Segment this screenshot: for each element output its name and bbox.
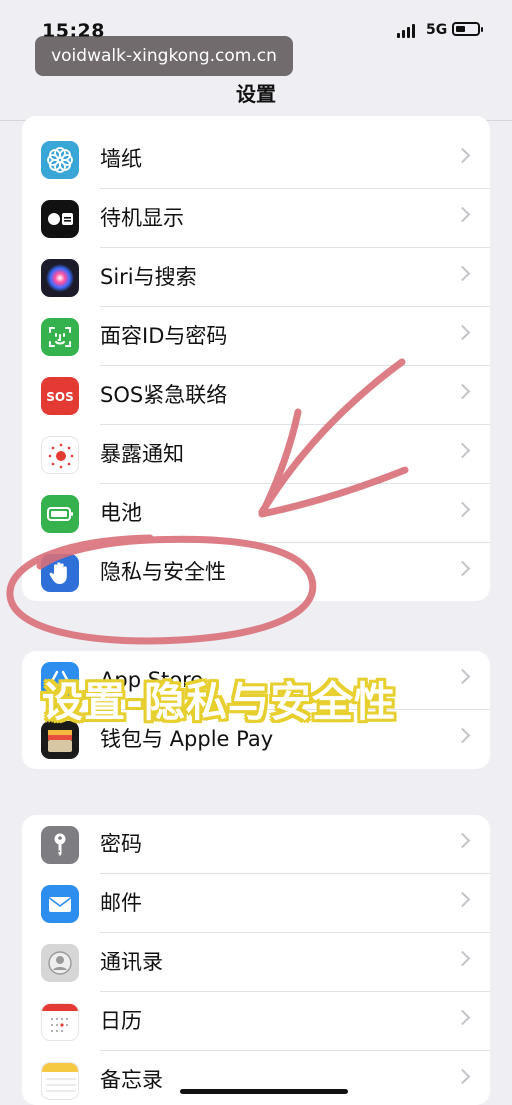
settings-row-contacts[interactable]: 通讯录 bbox=[22, 933, 490, 992]
notes-icon bbox=[41, 1062, 79, 1100]
row-label: 邮件 bbox=[100, 891, 142, 915]
row-label: SOS紧急联络 bbox=[100, 383, 228, 407]
row-label: 备忘录 bbox=[100, 1068, 163, 1092]
chevron-right-icon bbox=[454, 727, 471, 744]
row-label: 通讯录 bbox=[100, 950, 163, 974]
chevron-right-icon bbox=[454, 1009, 471, 1026]
home-indicator[interactable] bbox=[180, 1089, 348, 1094]
sos-icon: SOS bbox=[41, 377, 79, 415]
standby-icon bbox=[41, 200, 79, 238]
row-label: 日历 bbox=[100, 1009, 142, 1033]
settings-row-sos[interactable]: SOS SOS紧急联络 bbox=[22, 366, 490, 425]
battery-icon bbox=[41, 495, 79, 533]
row-label: 电池 bbox=[100, 501, 142, 525]
settings-row-siri[interactable]: Siri与搜索 bbox=[22, 248, 490, 307]
settings-row-exposure[interactable]: 暴露通知 bbox=[22, 425, 490, 484]
chevron-right-icon bbox=[454, 668, 471, 685]
calendar-icon bbox=[41, 1003, 79, 1041]
chevron-right-icon bbox=[454, 891, 471, 908]
row-label: 暴露通知 bbox=[100, 442, 184, 466]
wallpaper-icon bbox=[41, 141, 79, 179]
caption-overlay: 设置-隐私与安全性 bbox=[42, 678, 397, 726]
settings-row-faceid[interactable]: 面容ID与密码 bbox=[22, 307, 490, 366]
chevron-right-icon bbox=[454, 324, 471, 341]
signal-icon bbox=[397, 24, 417, 38]
watermark: voidwalk-xingkong.com.cn bbox=[35, 36, 293, 76]
chevron-right-icon bbox=[454, 1068, 471, 1085]
settings-row-wallpaper[interactable]: 墙纸 bbox=[22, 130, 490, 189]
row-label: 面容ID与密码 bbox=[100, 324, 228, 348]
row-label: 隐私与安全性 bbox=[100, 560, 226, 584]
row-label: 密码 bbox=[100, 832, 142, 856]
settings-row-calendar[interactable]: 日历 bbox=[22, 992, 490, 1051]
chevron-right-icon bbox=[454, 560, 471, 577]
settings-row-standby[interactable]: 待机显示 bbox=[22, 189, 490, 248]
chevron-right-icon bbox=[454, 383, 471, 400]
contacts-icon bbox=[41, 944, 79, 982]
siri-icon bbox=[41, 259, 79, 297]
settings-row-passwords[interactable]: 密码 bbox=[22, 815, 490, 874]
chevron-right-icon bbox=[454, 501, 471, 518]
settings-row-mail[interactable]: 邮件 bbox=[22, 874, 490, 933]
row-label: 墙纸 bbox=[100, 147, 142, 171]
settings-row-battery[interactable]: 电池 bbox=[22, 484, 490, 543]
settings-row-privacy[interactable]: 隐私与安全性 bbox=[22, 543, 490, 601]
battery-status-icon bbox=[452, 22, 483, 36]
page-title: 设置 bbox=[236, 82, 276, 106]
key-icon bbox=[41, 826, 79, 864]
settings-group-apps: 密码 邮件 通讯录 日历 备忘录 bbox=[22, 815, 490, 1105]
chevron-right-icon bbox=[454, 147, 471, 164]
chevron-right-icon bbox=[454, 206, 471, 223]
chevron-right-icon bbox=[454, 950, 471, 967]
privacy-hand-icon bbox=[41, 554, 79, 592]
row-label: Siri与搜索 bbox=[100, 265, 197, 289]
mail-icon bbox=[41, 885, 79, 923]
row-label: 待机显示 bbox=[100, 206, 184, 230]
settings-group-display: 墙纸 待机显示 Siri与搜索 面容ID与密码 SOS SOS紧急联络 暴露通知… bbox=[22, 116, 490, 601]
exposure-icon bbox=[41, 436, 79, 474]
chevron-right-icon bbox=[454, 442, 471, 459]
chevron-right-icon bbox=[454, 265, 471, 282]
network-label: 5G bbox=[426, 22, 448, 38]
svg-text:SOS: SOS bbox=[46, 390, 74, 404]
chevron-right-icon bbox=[454, 832, 471, 849]
faceid-icon bbox=[41, 318, 79, 356]
settings-row-notes[interactable]: 备忘录 bbox=[22, 1051, 490, 1105]
